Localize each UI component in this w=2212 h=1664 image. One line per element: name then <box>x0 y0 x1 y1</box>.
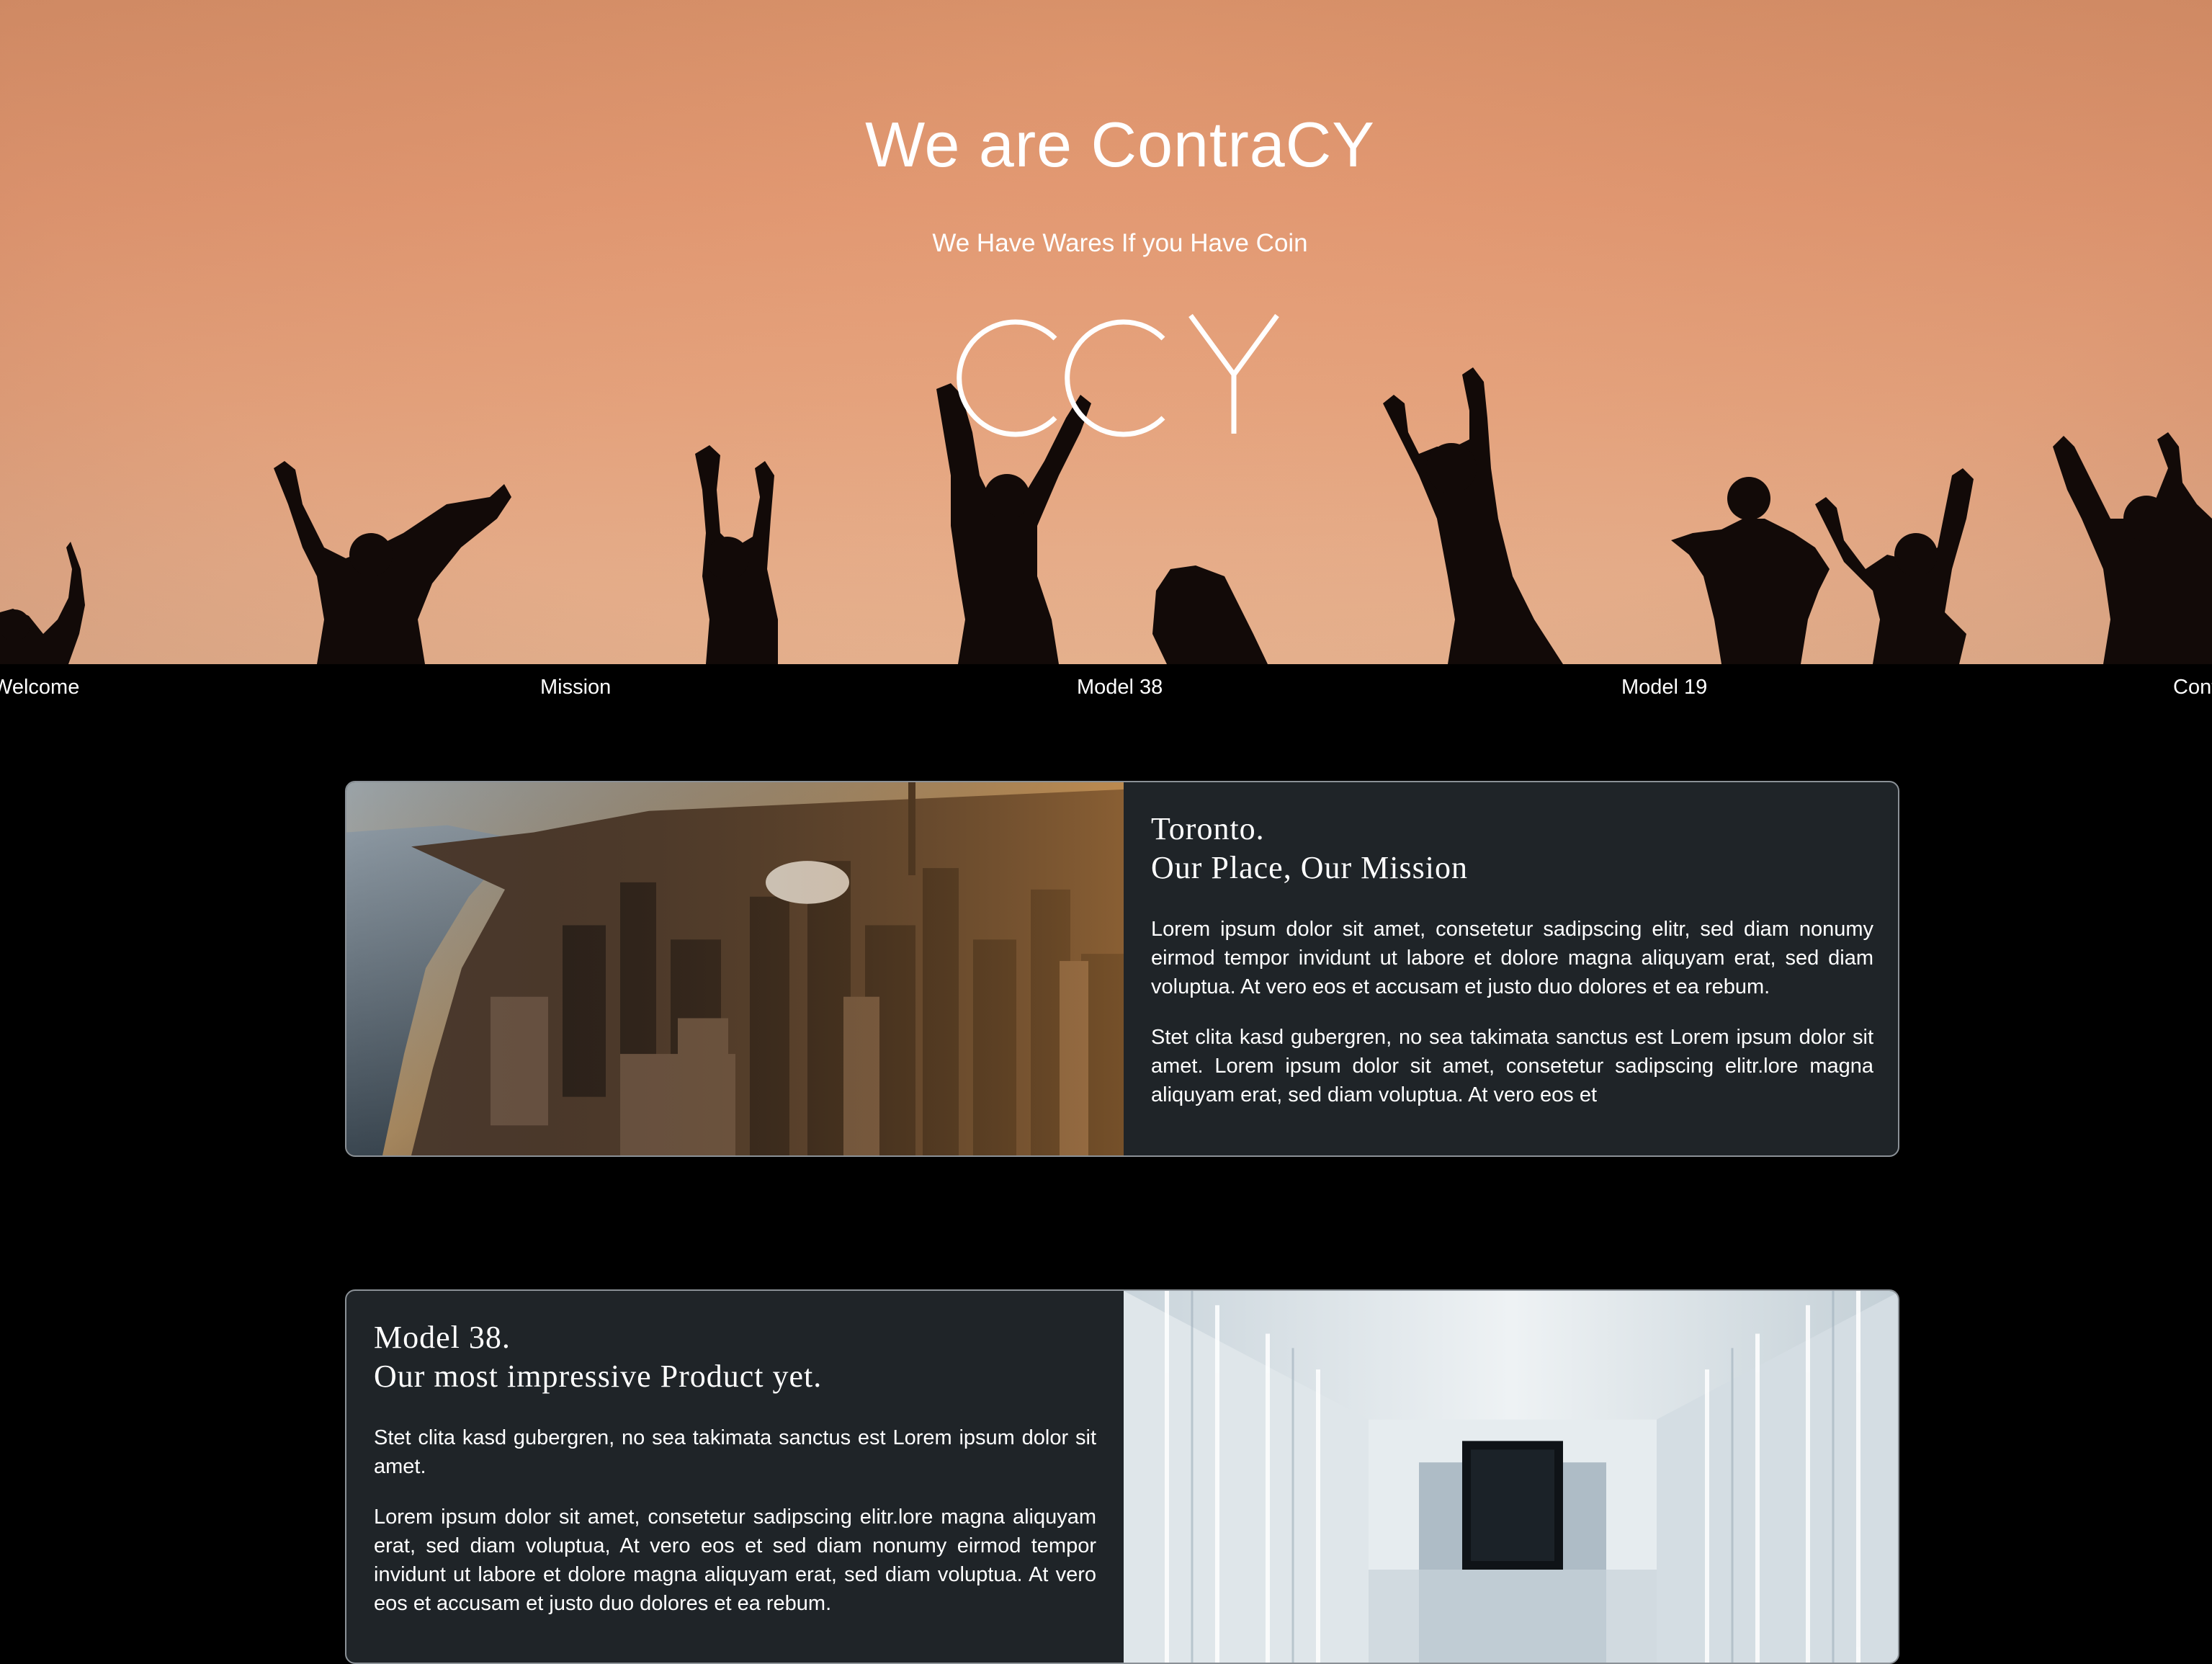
model-38-heading: Model 38. Our most impressive Product ye… <box>374 1318 1096 1396</box>
nav-item-model-38[interactable]: Model 38 <box>1077 676 1163 699</box>
nav-item-contact[interactable]: Contact <box>2173 676 2212 699</box>
model-38-card: Model 38. Our most impressive Product ye… <box>345 1289 1899 1664</box>
aerial-city-photo <box>346 782 1124 1155</box>
main-navigation: Welcome Mission Model 38 Model 19 Contac… <box>0 664 2212 715</box>
model-38-heading-line1: Model 38. <box>374 1320 511 1355</box>
toronto-heading-line2: Our Place, Our Mission <box>1151 850 1468 885</box>
toronto-paragraph-1: Lorem ipsum dolor sit amet, consetetur s… <box>1151 918 1873 998</box>
hero-banner: We are ContraCY We Have Wares If you Hav… <box>0 0 2212 664</box>
nav-item-model-19[interactable]: Model 19 <box>1621 676 1707 699</box>
toronto-heading: Toronto. Our Place, Our Mission <box>1151 810 1873 887</box>
model-38-card-body: Model 38. Our most impressive Product ye… <box>346 1291 1124 1663</box>
model-38-heading-line2: Our most impressive Product yet. <box>374 1359 823 1394</box>
toronto-card-body: Toronto. Our Place, Our Mission Lorem ip… <box>1124 782 1898 1155</box>
toronto-heading-line1: Toronto. <box>1151 811 1265 846</box>
nav-item-welcome[interactable]: Welcome <box>0 676 79 699</box>
nav-item-mission[interactable]: Mission <box>540 676 611 699</box>
model-38-paragraph-1: Stet clita kasd gubergren, no sea takima… <box>374 1426 1096 1478</box>
toronto-paragraph-2: Stet clita kasd gubergren, no sea takima… <box>1151 1026 1873 1106</box>
ccy-logo <box>957 313 1279 437</box>
hero-subtitle: We Have Wares If you Have Coin <box>932 229 1308 257</box>
white-corridor-photo <box>1124 1291 1898 1663</box>
model-38-paragraph-2: Lorem ipsum dolor sit amet, consetetur s… <box>374 1506 1096 1615</box>
hero-title: We are ContraCY <box>865 109 1375 180</box>
toronto-mission-card: Toronto. Our Place, Our Mission Lorem ip… <box>345 781 1899 1157</box>
